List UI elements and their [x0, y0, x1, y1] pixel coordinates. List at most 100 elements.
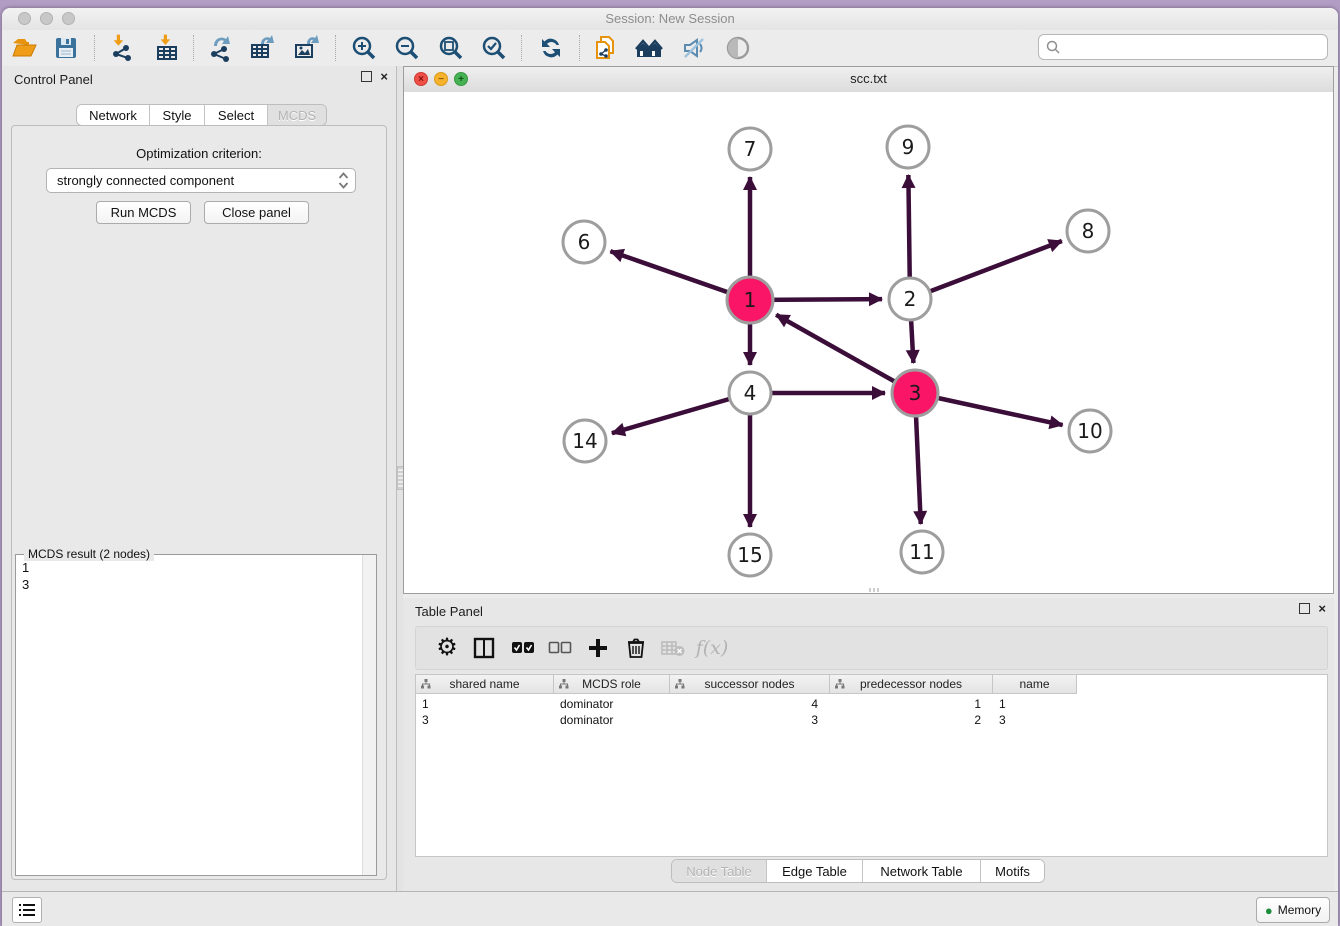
list-icon [18, 902, 36, 918]
graph-node-label: 3 [909, 381, 922, 405]
network-resize-grip[interactable] [869, 588, 879, 592]
mcds-panel: Optimization criterion: strongly connect… [11, 125, 387, 880]
unselect-all-columns-icon[interactable] [544, 632, 576, 664]
optimization-criterion-select[interactable]: strongly connected component [46, 168, 356, 193]
zoom-in-icon[interactable] [348, 32, 380, 64]
control-panel-title: Control Panel [14, 72, 93, 87]
show-details-icon[interactable] [722, 32, 754, 64]
zoom-fit-icon[interactable] [435, 32, 467, 64]
create-column-icon[interactable] [582, 632, 614, 664]
zoom-out-icon[interactable] [391, 32, 423, 64]
table-cell: 4 [670, 696, 830, 712]
table-panel-close-icon[interactable]: × [1318, 603, 1326, 614]
table-toolbar: ⚙ [415, 626, 1328, 670]
delete-column-icon[interactable] [620, 632, 652, 664]
result-scrollbar[interactable] [362, 555, 376, 875]
table-cell: 1 [416, 696, 554, 712]
tab-node-table[interactable]: Node Table [672, 860, 767, 882]
table-panel-float-icon[interactable] [1299, 603, 1310, 614]
run-mcds-button[interactable]: Run MCDS [96, 201, 191, 224]
search-icon [1045, 39, 1061, 55]
network-window-header: × − + scc.txt [404, 67, 1333, 93]
export-table-icon[interactable] [247, 32, 279, 64]
export-image-icon[interactable] [291, 32, 323, 64]
table-cell: 3 [416, 712, 554, 728]
delete-table-icon[interactable] [657, 632, 689, 664]
show-column-panel-icon[interactable] [468, 632, 500, 664]
tab-motifs[interactable]: Motifs [981, 860, 1044, 882]
dropdown-chevrons-icon [338, 172, 349, 194]
function-builder-icon[interactable]: f(x) [696, 632, 728, 664]
status-bar: ● Memory [2, 891, 1338, 926]
table-cell: 2 [830, 712, 993, 728]
graph-node-label: 14 [572, 429, 597, 453]
graph-node-label: 11 [909, 540, 934, 564]
main-toolbar [2, 30, 1338, 67]
toolbar-separator [193, 35, 194, 61]
selected-criterion: strongly connected component [57, 173, 234, 188]
network-view-window: × − + scc.txt 1234678910111415 [403, 66, 1334, 594]
open-session-icon[interactable] [8, 32, 40, 64]
import-network-icon[interactable] [106, 32, 138, 64]
zoom-selected-icon[interactable] [478, 32, 510, 64]
table-panel: Table Panel × ⚙ [403, 598, 1334, 892]
tab-network[interactable]: Network [77, 105, 150, 125]
column-header-shared-name[interactable]: shared name [416, 675, 554, 694]
search-box [1038, 34, 1328, 60]
memory-button[interactable]: ● Memory [1256, 897, 1330, 923]
graph-node-label: 6 [578, 230, 591, 254]
table-row[interactable]: 1dominator411 [416, 696, 1077, 712]
graph-node-label: 8 [1082, 219, 1095, 243]
control-panel: Control Panel × NetworkStyleSelectMCDS O… [2, 66, 397, 892]
title-bar: Session: New Session [2, 8, 1338, 30]
tab-mcds[interactable]: MCDS [268, 105, 326, 125]
graph-edge-2-8[interactable] [910, 241, 1062, 299]
table-options-icon[interactable]: ⚙ [431, 632, 463, 664]
graph-node-label: 4 [744, 381, 757, 405]
hide-details-icon[interactable] [678, 32, 710, 64]
tab-network-table[interactable]: Network Table [863, 860, 981, 882]
graph-node-label: 1 [744, 288, 757, 312]
table-cell: dominator [554, 696, 670, 712]
column-header-predecessor-nodes[interactable]: predecessor nodes [830, 675, 993, 694]
control-panel-tabs: NetworkStyleSelectMCDS [76, 104, 327, 126]
network-window-title: scc.txt [404, 71, 1333, 86]
tab-select[interactable]: Select [205, 105, 268, 125]
app-window: Session: New Session [2, 8, 1338, 926]
mcds-result-title: MCDS result (2 nodes) [24, 547, 154, 561]
toolbar-separator [521, 35, 522, 61]
select-all-columns-icon[interactable] [507, 632, 539, 664]
control-panel-float-icon[interactable] [361, 71, 372, 82]
column-header-successor-nodes[interactable]: successor nodes [670, 675, 830, 694]
graph-node-label: 7 [744, 137, 757, 161]
import-table-icon[interactable] [151, 32, 183, 64]
graph-node-label: 10 [1077, 419, 1102, 443]
table-row[interactable]: 3dominator323 [416, 712, 1077, 728]
network-canvas[interactable]: 1234678910111415 [404, 92, 1333, 593]
duplicate-network-icon[interactable] [590, 32, 622, 64]
column-header-MCDS-role[interactable]: MCDS role [554, 675, 670, 694]
table-cell: 1 [993, 696, 1077, 712]
toolbar-separator [94, 35, 95, 61]
save-session-icon[interactable] [50, 32, 82, 64]
close-panel-button[interactable]: Close panel [204, 201, 309, 224]
column-header-name[interactable]: name [993, 675, 1077, 694]
node-table: shared nameMCDS rolesuccessor nodesprede… [415, 674, 1328, 857]
toolbar-separator [579, 35, 580, 61]
refresh-icon[interactable] [535, 32, 567, 64]
table-header-row: shared nameMCDS rolesuccessor nodesprede… [416, 675, 1077, 694]
graph-node-label: 2 [904, 287, 917, 311]
table-cell: 3 [670, 712, 830, 728]
mcds-result-text[interactable]: 1 3 [22, 559, 29, 593]
first-neighbors-icon[interactable] [634, 32, 666, 64]
tab-style[interactable]: Style [150, 105, 205, 125]
toolbar-separator [335, 35, 336, 61]
export-network-icon[interactable] [204, 32, 236, 64]
main-area: Control Panel × NetworkStyleSelectMCDS O… [2, 66, 1338, 892]
table-panel-tabs: Node TableEdge TableNetwork TableMotifs [671, 859, 1045, 883]
search-input[interactable] [1065, 36, 1323, 58]
control-panel-close-icon[interactable]: × [380, 71, 388, 82]
table-panel-title: Table Panel [415, 604, 483, 619]
task-history-button[interactable] [12, 897, 42, 923]
tab-edge-table[interactable]: Edge Table [767, 860, 863, 882]
